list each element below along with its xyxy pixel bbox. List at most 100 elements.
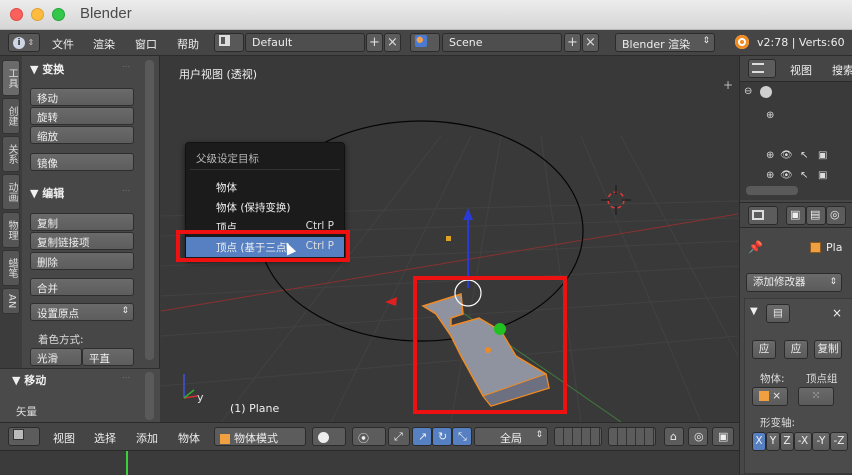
screen-layout-field[interactable]: Default xyxy=(245,33,365,52)
scene-selector[interactable] xyxy=(410,33,440,52)
apply-button[interactable]: 应 xyxy=(752,340,776,359)
layers-grid-2[interactable] xyxy=(608,427,656,446)
tab-tools[interactable]: 工具 xyxy=(2,60,20,96)
set-origin-dropdown[interactable]: 设置原点 ⇕ xyxy=(30,303,134,321)
remove-screen-button[interactable]: × xyxy=(384,33,401,52)
tab-physics[interactable]: 物理 xyxy=(2,212,20,248)
screen-layout-selector[interactable] xyxy=(214,33,244,52)
mode-dropdown[interactable]: 物体模式 xyxy=(214,427,306,446)
layers-grid-1[interactable] xyxy=(554,427,602,446)
deform-axis-neg-y[interactable]: -Y xyxy=(812,432,830,451)
outliner-view-menu[interactable]: 视图 xyxy=(790,62,812,78)
set-origin-label: 设置原点 xyxy=(37,308,79,320)
apply-as-shape-button[interactable]: 应 xyxy=(784,340,808,359)
scene-field[interactable]: Scene xyxy=(442,33,562,52)
menu-help[interactable]: 帮助 xyxy=(177,36,199,52)
tab-an[interactable]: AN xyxy=(2,288,20,314)
drag-handle-icon[interactable]: ⋯ xyxy=(122,373,130,382)
tool-shelf-scrollbar[interactable] xyxy=(145,60,154,360)
expand-icon[interactable]: ⊕ xyxy=(766,150,774,161)
expand-icon[interactable]: ⊕ xyxy=(766,170,774,181)
scene-context-tab[interactable]: ▤ xyxy=(806,206,826,225)
outliner-scrollbar[interactable] xyxy=(746,186,798,195)
rotate-button[interactable]: 旋转 xyxy=(30,107,134,125)
visibility-eye-icon[interactable]: 👁 xyxy=(780,150,793,161)
transform-panel-header[interactable]: ▼ 变换 xyxy=(30,61,64,77)
world-context-tab[interactable]: ◎ xyxy=(826,206,846,225)
drag-handle-icon[interactable]: ⋯ xyxy=(122,186,130,195)
orientation-dropdown[interactable]: 全局 ⇕ xyxy=(474,427,548,446)
modifier-close-icon[interactable]: × xyxy=(832,306,842,320)
copy-modifier-button[interactable]: 复制 xyxy=(814,340,842,359)
tab-grease-pencil[interactable]: 蜡笔 xyxy=(2,250,20,286)
lock-layers-icon[interactable]: ⌂ xyxy=(664,427,684,446)
menu-item-object-keep-transform[interactable]: 物体 (保持变换) xyxy=(186,197,344,217)
menu-view[interactable]: 视图 xyxy=(53,430,75,446)
delete-button[interactable]: 删除 xyxy=(30,252,134,270)
scale-manipulator-button[interactable]: ⤡ xyxy=(452,427,472,446)
select-arrow-icon[interactable]: ↖ xyxy=(800,150,808,161)
add-screen-button[interactable]: + xyxy=(366,33,383,52)
manipulator-toggle[interactable]: ⤢ xyxy=(388,427,410,446)
viewport-shading-dropdown[interactable] xyxy=(312,427,346,446)
rotate-manipulator-button[interactable]: ↻ xyxy=(432,427,452,446)
collapse-icon[interactable]: ⊖ xyxy=(744,86,752,97)
render-camera-icon[interactable]: ▣ xyxy=(818,150,827,161)
pin-icon[interactable]: 📌 xyxy=(748,240,763,254)
duplicate-linked-button[interactable]: 复制链接项 xyxy=(30,232,134,250)
mirror-button[interactable]: 镜像 xyxy=(30,153,134,171)
deform-axis-z[interactable]: Z xyxy=(780,432,794,451)
editor-type-button[interactable] xyxy=(8,427,40,446)
menu-render[interactable]: 渲染 xyxy=(93,36,115,52)
viewport-add-region-icon[interactable]: + xyxy=(723,78,733,92)
menu-window[interactable]: 窗口 xyxy=(135,36,157,52)
shade-smooth-button[interactable]: 光滑 xyxy=(30,348,82,366)
operator-scrollbar[interactable] xyxy=(145,372,154,420)
timeline[interactable] xyxy=(0,450,739,475)
edit-panel-header[interactable]: ▼ 编辑 xyxy=(30,185,64,201)
drag-handle-icon[interactable]: ⋯ xyxy=(122,62,130,71)
visibility-eye-icon[interactable]: 👁 xyxy=(780,170,793,181)
deform-axis-x[interactable]: X xyxy=(752,432,766,451)
tab-relations[interactable]: 关系 xyxy=(2,136,20,172)
move-button[interactable]: 移动 xyxy=(30,88,134,106)
add-scene-button[interactable]: + xyxy=(564,33,581,52)
outliner-search-menu[interactable]: 搜索 xyxy=(832,62,852,78)
pivot-point-dropdown[interactable]: ⦿ xyxy=(352,427,386,446)
render-camera-icon[interactable]: ▣ xyxy=(818,170,827,181)
deform-axis-neg-z[interactable]: -Z xyxy=(830,432,848,451)
outliner-editor-type[interactable] xyxy=(748,59,776,78)
properties-editor-type[interactable] xyxy=(748,206,778,225)
menu-add[interactable]: 添加 xyxy=(136,430,158,446)
deform-axis-neg-x[interactable]: -X xyxy=(794,432,812,451)
add-modifier-dropdown[interactable]: 添加修改器 ⇕ xyxy=(746,273,842,292)
object-field[interactable]: × xyxy=(752,387,788,406)
translate-manipulator-button[interactable]: ↗ xyxy=(412,427,432,446)
render-preview-icon[interactable]: ◎ xyxy=(688,427,708,446)
select-arrow-icon[interactable]: ↖ xyxy=(800,170,808,181)
panel-collapse-icon[interactable]: ▼ xyxy=(750,306,758,317)
menu-file[interactable]: 文件 xyxy=(52,36,74,52)
render-context-tab[interactable]: ▣ xyxy=(786,206,806,225)
scale-button[interactable]: 缩放 xyxy=(30,126,134,144)
deform-axis-y[interactable]: Y xyxy=(766,432,780,451)
join-button[interactable]: 合并 xyxy=(30,278,134,296)
minimize-window-button[interactable] xyxy=(31,8,44,21)
zoom-window-button[interactable] xyxy=(52,8,65,21)
vertex-group-field[interactable]: ⁙ xyxy=(798,387,834,406)
editor-type-button[interactable]: i ⇕ xyxy=(8,33,40,52)
menu-item-object[interactable]: 物体 xyxy=(186,177,344,197)
deform-axis-label: 形变轴: xyxy=(760,417,796,429)
remove-scene-button[interactable]: × xyxy=(582,33,599,52)
shade-flat-button[interactable]: 平直 xyxy=(82,348,134,366)
tab-animation[interactable]: 动画 xyxy=(2,174,20,210)
menu-select[interactable]: 选择 xyxy=(94,430,116,446)
operator-panel-header[interactable]: ▼ 移动 xyxy=(12,372,46,388)
duplicate-button[interactable]: 复制 xyxy=(30,213,134,231)
expand-icon[interactable]: ⊕ xyxy=(766,110,774,121)
menu-object[interactable]: 物体 xyxy=(178,430,200,446)
opengl-render-icon[interactable]: ▣ xyxy=(712,427,734,446)
close-window-button[interactable] xyxy=(10,8,23,21)
render-engine-dropdown[interactable]: Blender 渲染 ⇕ xyxy=(615,33,715,52)
tab-create[interactable]: 创建 xyxy=(2,98,20,134)
